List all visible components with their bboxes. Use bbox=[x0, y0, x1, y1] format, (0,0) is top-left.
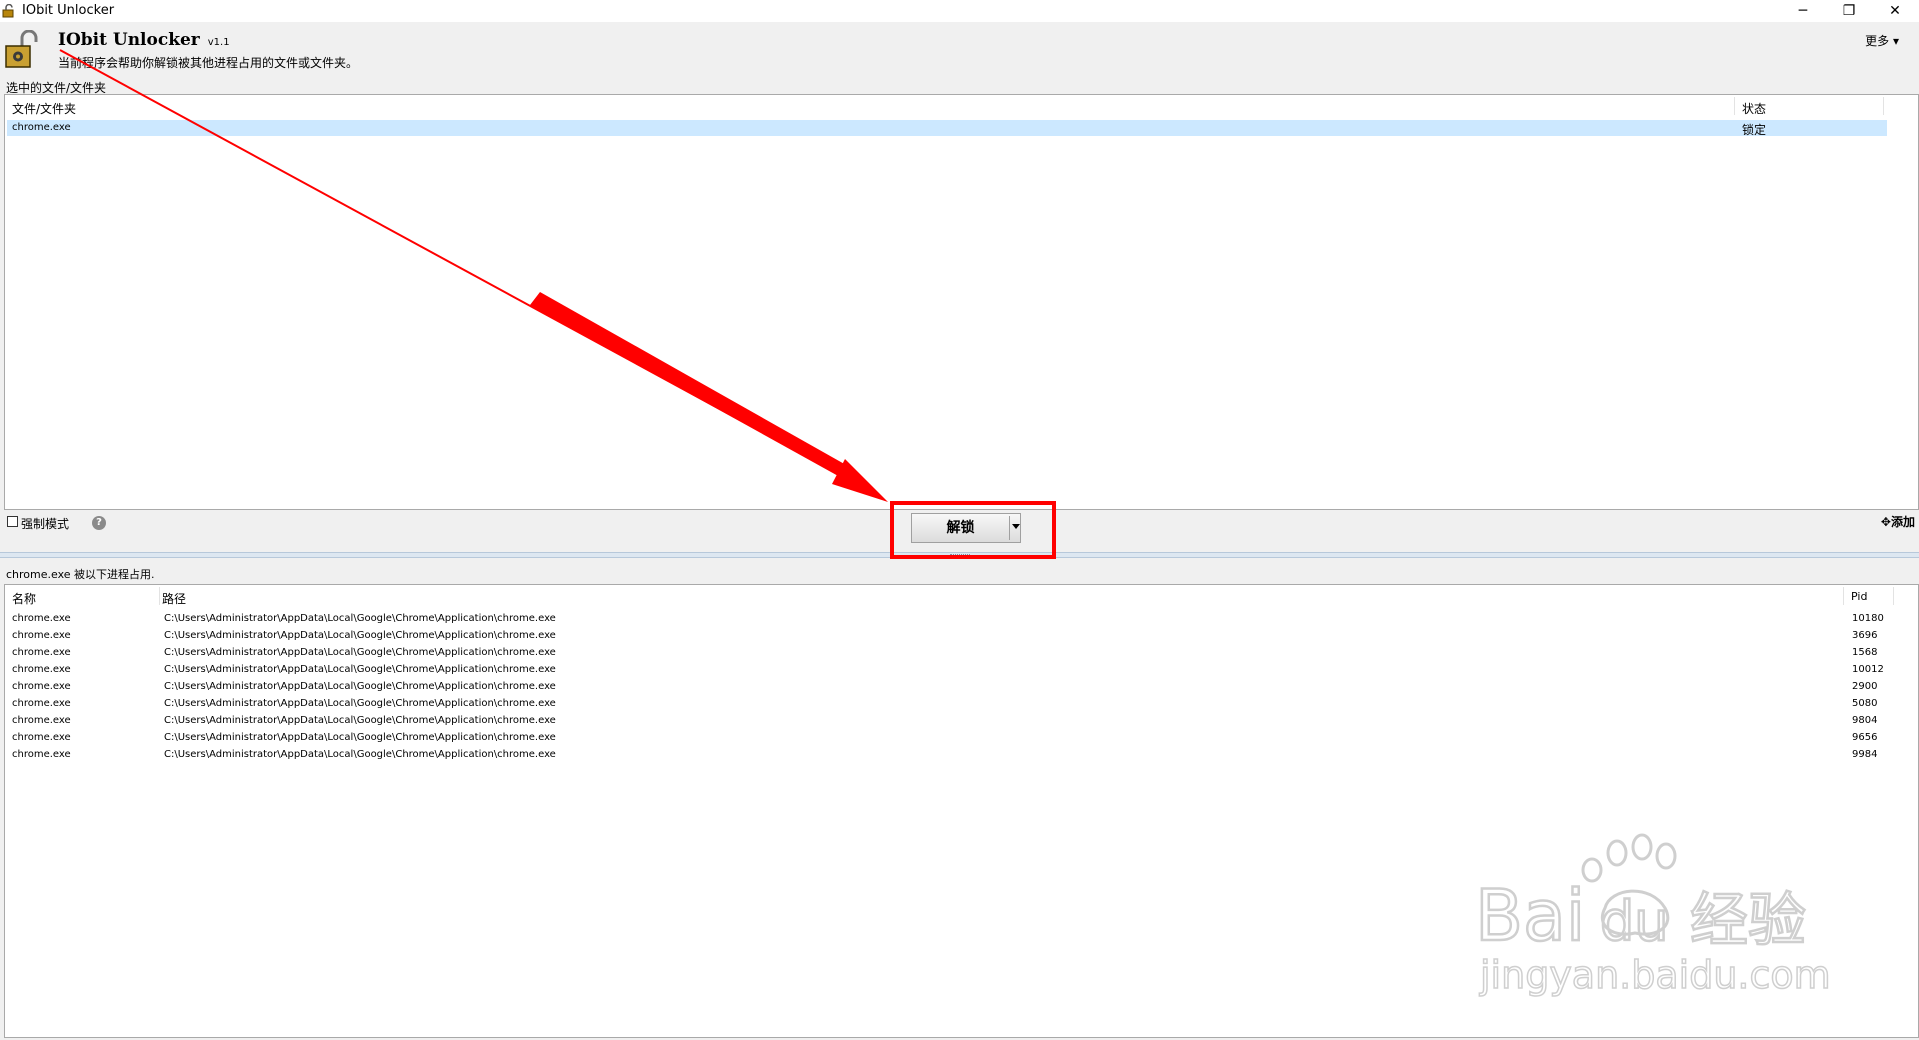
column-header-pid[interactable]: Pid bbox=[1851, 590, 1867, 603]
file-status: 锁定 bbox=[1742, 123, 1767, 137]
process-path: C:\Users\Administrator\AppData\Local\Goo… bbox=[164, 664, 556, 675]
process-path: C:\Users\Administrator\AppData\Local\Goo… bbox=[164, 732, 556, 743]
add-button-label: 添加 bbox=[1890, 515, 1915, 529]
table-row[interactable]: chrome.exe C:\Users\Administrator\AppData… bbox=[7, 611, 1887, 627]
table-row[interactable]: chrome.exe C:\Users\Administrator\AppData… bbox=[7, 747, 1887, 763]
column-divider[interactable] bbox=[1734, 97, 1735, 115]
column-divider[interactable] bbox=[1883, 97, 1884, 115]
column-header-status[interactable]: 状态 bbox=[1742, 100, 1766, 117]
table-row[interactable]: chrome.exe C:\Users\Administrator\AppData… bbox=[7, 645, 1887, 661]
process-path: C:\Users\Administrator\AppData\Local\Goo… bbox=[164, 698, 556, 709]
process-path: C:\Users\Administrator\AppData\Local\Goo… bbox=[164, 681, 556, 692]
app-lock-icon bbox=[2, 4, 14, 18]
process-name: chrome.exe bbox=[12, 732, 71, 743]
action-toolbar: 强制模式 ? 解锁 ✥添加 bbox=[0, 510, 1919, 550]
process-name: chrome.exe bbox=[12, 681, 71, 692]
process-pid: 9984 bbox=[1852, 749, 1878, 760]
move-icon: ✥ bbox=[1880, 515, 1891, 529]
table-row[interactable]: chrome.exe C:\Users\Administrator\AppData… bbox=[7, 696, 1887, 712]
unlock-button-label: 解锁 bbox=[946, 520, 975, 536]
process-pid: 9804 bbox=[1852, 715, 1878, 726]
app-name: IObit Unlocker v1.1 bbox=[58, 30, 230, 50]
app-description: 当前程序会帮助你解锁被其他进程占用的文件或文件夹。 bbox=[58, 56, 359, 70]
process-section-label: chrome.exe 被以下进程占用. bbox=[6, 568, 155, 581]
process-pid: 1568 bbox=[1852, 647, 1878, 658]
force-mode-label[interactable]: 强制模式 bbox=[21, 515, 69, 532]
process-path: C:\Users\Administrator\AppData\Local\Goo… bbox=[164, 613, 556, 624]
add-button[interactable]: ✥添加 bbox=[1881, 513, 1915, 530]
window-title: IObit Unlocker bbox=[22, 3, 115, 18]
process-path: C:\Users\Administrator\AppData\Local\Goo… bbox=[164, 647, 556, 658]
process-path: C:\Users\Administrator\AppData\Local\Goo… bbox=[164, 749, 556, 760]
unlock-split-divider bbox=[1009, 516, 1010, 540]
column-divider[interactable] bbox=[1843, 587, 1844, 605]
column-divider[interactable] bbox=[1893, 587, 1894, 605]
table-row[interactable]: chrome.exe C:\Users\Administrator\AppData… bbox=[7, 730, 1887, 746]
column-header-path[interactable]: 路径 bbox=[162, 590, 186, 607]
process-list[interactable]: 名称 路径 Pid chrome.exe C:\Users\Administrat… bbox=[4, 584, 1919, 1038]
process-pid: 10012 bbox=[1852, 664, 1884, 675]
help-icon[interactable]: ? bbox=[92, 516, 106, 530]
process-path: C:\Users\Administrator\AppData\Local\Goo… bbox=[164, 630, 556, 641]
process-name: chrome.exe bbox=[12, 664, 71, 675]
process-name: chrome.exe bbox=[12, 613, 71, 624]
file-name: chrome.exe bbox=[12, 122, 71, 133]
minimize-button[interactable]: ─ bbox=[1780, 0, 1826, 22]
table-row[interactable]: chrome.exe C:\Users\Administrator\AppData… bbox=[7, 628, 1887, 644]
table-row[interactable]: chrome.exe 锁定 bbox=[7, 120, 1887, 137]
table-row[interactable]: chrome.exe C:\Users\Administrator\AppData… bbox=[7, 679, 1887, 695]
unlock-button[interactable]: 解锁 bbox=[911, 513, 1021, 543]
table-row[interactable]: chrome.exe C:\Users\Administrator\AppData… bbox=[7, 713, 1887, 729]
selected-files-list[interactable]: 文件/文件夹 状态 chrome.exe 锁定 bbox=[4, 94, 1919, 510]
process-pid: 3696 bbox=[1852, 630, 1878, 641]
table-row[interactable]: chrome.exe C:\Users\Administrator\AppData… bbox=[7, 662, 1887, 678]
more-menu-button[interactable]: 更多 ▾ bbox=[1865, 32, 1899, 49]
panel-splitter[interactable] bbox=[0, 552, 1919, 558]
close-icon: ✕ bbox=[1889, 3, 1901, 19]
column-divider[interactable] bbox=[159, 587, 160, 605]
process-name: chrome.exe bbox=[12, 715, 71, 726]
close-button[interactable]: ✕ bbox=[1872, 0, 1918, 22]
restore-icon: ❐ bbox=[1842, 3, 1856, 19]
column-header-file[interactable]: 文件/文件夹 bbox=[12, 100, 76, 117]
lock-icon bbox=[5, 30, 38, 68]
chevron-down-icon[interactable] bbox=[1012, 524, 1020, 529]
splitter-grip bbox=[950, 554, 970, 558]
restore-button[interactable]: ❐ bbox=[1826, 0, 1872, 22]
process-name: chrome.exe bbox=[12, 647, 71, 658]
app-name-text: IObit Unlocker bbox=[58, 30, 200, 50]
force-mode-checkbox[interactable] bbox=[7, 516, 18, 527]
process-pid: 10180 bbox=[1852, 613, 1884, 624]
process-path: C:\Users\Administrator\AppData\Local\Goo… bbox=[164, 715, 556, 726]
process-name: chrome.exe bbox=[12, 630, 71, 641]
process-name: chrome.exe bbox=[12, 698, 71, 709]
process-pid: 5080 bbox=[1852, 698, 1878, 709]
column-header-name[interactable]: 名称 bbox=[12, 590, 36, 607]
app-header: IObit Unlocker v1.1 当前程序会帮助你解锁被其他进程占用的文件或… bbox=[0, 22, 1919, 76]
title-bar: IObit Unlocker ─ ❐ ✕ bbox=[0, 0, 1919, 22]
process-pid: 2900 bbox=[1852, 681, 1878, 692]
process-name: chrome.exe bbox=[12, 749, 71, 760]
minimize-icon: ─ bbox=[1798, 3, 1808, 19]
app-version: v1.1 bbox=[207, 37, 230, 48]
process-pid: 9656 bbox=[1852, 732, 1878, 743]
